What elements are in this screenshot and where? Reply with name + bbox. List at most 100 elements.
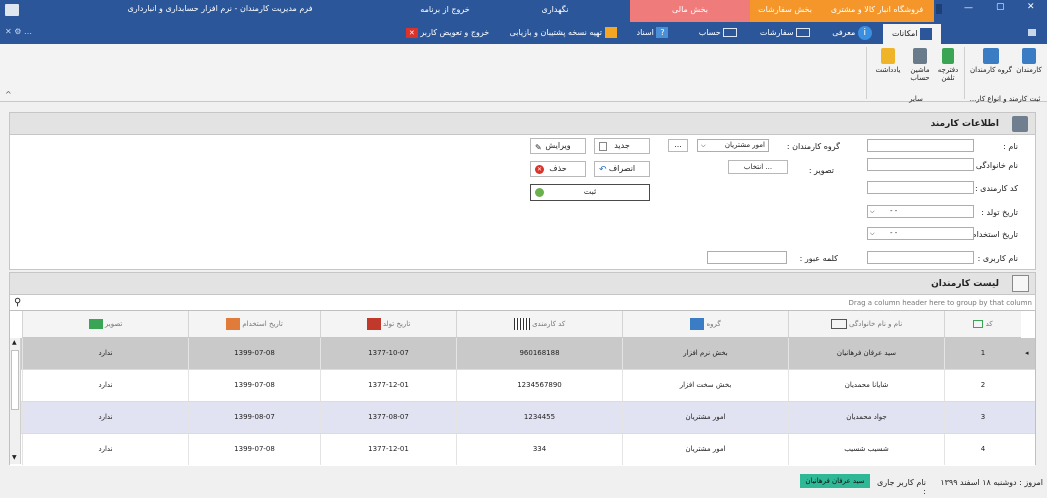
column-header-birth-date-label: تاریخ تولد	[382, 320, 411, 328]
employee-groups-label: گروه کارمندان	[970, 66, 1012, 74]
username-input[interactable]	[867, 251, 974, 264]
tab-facilities[interactable]: امکانات	[883, 24, 941, 44]
table-row[interactable]: ندارد 1399-07-08 1377-12-01 334 امور مشت…	[10, 434, 1035, 466]
ribbon-collapse-icon[interactable]: ^	[5, 90, 12, 99]
password-input[interactable]	[707, 251, 787, 264]
new-button[interactable]: جدید	[594, 138, 650, 154]
cell-id: 4	[944, 434, 1021, 465]
close-button[interactable]: ✕	[1027, 2, 1035, 12]
user-icon	[1012, 116, 1028, 132]
hire-date-value: - -	[890, 229, 898, 237]
column-header-hire-date[interactable]: تاریخ استخدام	[188, 311, 320, 338]
table-row[interactable]: ندارد 1399-08-07 1377-08-07 1234455 امور…	[10, 402, 1035, 434]
tab-orders-context[interactable]: بخش سفارشات	[750, 0, 820, 22]
chevron-down-icon[interactable]: ⌵	[870, 228, 875, 239]
help-icon: ?	[656, 27, 669, 38]
maximize-button[interactable]: ▢	[996, 2, 1005, 12]
employee-code-input[interactable]	[867, 181, 974, 194]
table-row[interactable]: ندارد 1399-07-08 1377-10-07 960168188 بخ…	[10, 338, 1035, 370]
calculator-button[interactable]: ماشین حساب	[906, 48, 934, 82]
tab-exit-change-user[interactable]: ✕ خروج و تعویض کاربر	[400, 22, 495, 44]
cancel-button[interactable]: انصراف ↶	[594, 161, 650, 177]
last-name-input[interactable]	[867, 158, 974, 171]
new-document-icon	[599, 142, 607, 151]
browse-photo-button[interactable]: انتخاب ...	[728, 160, 788, 174]
vertical-scrollbar[interactable]: ▲ ▼	[10, 338, 21, 464]
exit-icon: ✕	[405, 27, 418, 38]
cell-hire-date: 1399-08-07	[188, 402, 320, 433]
column-header-hire-date-label: تاریخ استخدام	[242, 320, 283, 328]
new-label: جدید	[614, 141, 630, 150]
scroll-up-icon[interactable]: ▲	[12, 339, 17, 346]
ribbon-group2-caption: سایر	[909, 95, 923, 103]
ribbon-options-icon[interactable]	[1028, 29, 1036, 36]
table-row[interactable]: ندارد 1399-07-08 1377-12-01 1234567890 ب…	[10, 370, 1035, 402]
cell-name: شسیب شسیب	[788, 434, 944, 465]
cell-name: شایانا محمدیان	[788, 370, 944, 401]
column-header-name[interactable]: نام و نام خانوادگی	[788, 311, 944, 338]
ribbon-separator	[964, 47, 965, 99]
column-header-group[interactable]: گروه	[622, 311, 788, 338]
column-header-birth-date[interactable]: تاریخ تولد	[320, 311, 456, 338]
app-menu-icon[interactable]	[5, 4, 19, 16]
minimize-button[interactable]: —	[964, 3, 973, 13]
column-header-photo[interactable]: تصویر	[22, 311, 188, 338]
hire-date-picker[interactable]: - - ⌵	[867, 227, 974, 240]
birth-date-value: - -	[890, 207, 898, 215]
backup-icon	[604, 27, 617, 38]
cell-birth-date: 1377-08-07	[320, 402, 456, 433]
scroll-down-icon[interactable]: ▼	[12, 454, 17, 461]
cell-hire-date: 1399-07-08	[188, 434, 320, 465]
note-button[interactable]: یادداشت	[870, 48, 906, 74]
id-icon	[973, 320, 984, 328]
tab-account[interactable]: حساب	[690, 22, 746, 44]
delete-button[interactable]: حذف ✕	[530, 161, 586, 177]
tab-documents[interactable]: اسناد ?	[625, 22, 680, 44]
employee-list-header: لیست کارمندان	[10, 273, 1035, 295]
employees-button[interactable]: کارمندان	[1012, 48, 1046, 74]
first-name-input[interactable]	[867, 139, 974, 152]
cell-birth-date: 1377-12-01	[320, 370, 456, 401]
cell-employee-code: 1234567890	[456, 370, 622, 401]
submit-button[interactable]: ثبت	[530, 184, 650, 201]
edit-label: ویرایش	[545, 141, 571, 150]
tab-backup[interactable]: تهیه نسخه پشتیبان و بازیابی	[498, 22, 628, 44]
employee-list-panel: لیست کارمندان ⚲ Drag a column header her…	[9, 272, 1036, 310]
cell-employee-code: 334	[456, 434, 622, 465]
employee-groups-button[interactable]: گروه کارمندان	[970, 48, 1012, 74]
facilities-icon	[920, 27, 933, 40]
orders-icon	[796, 28, 811, 37]
tab-store[interactable]: فروشگاه انبار کالا و مشتری	[820, 0, 934, 22]
cell-group: بخش نرم افزار	[622, 338, 788, 369]
tab-exit-app[interactable]: خروج از برنامه	[405, 0, 485, 22]
search-icon[interactable]: ⚲	[14, 297, 21, 308]
ribbon: کارمندان گروه کارمندان ثبت کارمند و انوا…	[0, 44, 1047, 103]
phonebook-button[interactable]: دفترچه تلفن	[934, 48, 962, 82]
birth-date-picker[interactable]: - - ⌵	[867, 205, 974, 218]
chevron-down-icon[interactable]: ⌵	[701, 140, 706, 151]
employee-group-select[interactable]: امور مشتریان ⌵	[697, 139, 769, 152]
tab-backup-label: تهیه نسخه پشتیبان و بازیابی	[509, 28, 602, 37]
current-user-label: نام کاربر جاری :	[877, 478, 926, 496]
column-header-employee-code[interactable]: کد کارمندی	[456, 311, 622, 338]
more-groups-button[interactable]: ...	[668, 139, 688, 152]
phonebook-icon	[942, 48, 954, 64]
chevron-down-icon[interactable]: ⌵	[870, 206, 875, 217]
tab-dropdown-icon[interactable]	[936, 4, 942, 14]
scrollbar-thumb[interactable]	[11, 350, 19, 410]
qat-close-icon[interactable]: ✕ ⚙ …	[5, 27, 32, 36]
id-card-icon	[830, 319, 847, 329]
cell-name: جواد محمدیان	[788, 402, 944, 433]
tab-intro[interactable]: معرفی i	[822, 22, 882, 44]
group-panel-hint: Drag a column header here to group by th…	[848, 299, 1032, 307]
employee-group-value: امور مشتریان	[724, 141, 765, 149]
cell-hire-date: 1399-07-08	[188, 338, 320, 369]
list-icon	[1012, 275, 1029, 292]
tab-finance[interactable]: بخش مالی	[630, 0, 750, 22]
edit-button[interactable]: ویرایش ✎	[530, 138, 586, 154]
tab-orders[interactable]: سفارشات	[752, 22, 818, 44]
tab-maintenance[interactable]: نگهداری	[500, 0, 610, 22]
column-header-id[interactable]: کد	[944, 311, 1021, 338]
tab-orders-label: سفارشات	[759, 28, 794, 37]
column-header-photo-label: تصویر	[104, 320, 123, 328]
